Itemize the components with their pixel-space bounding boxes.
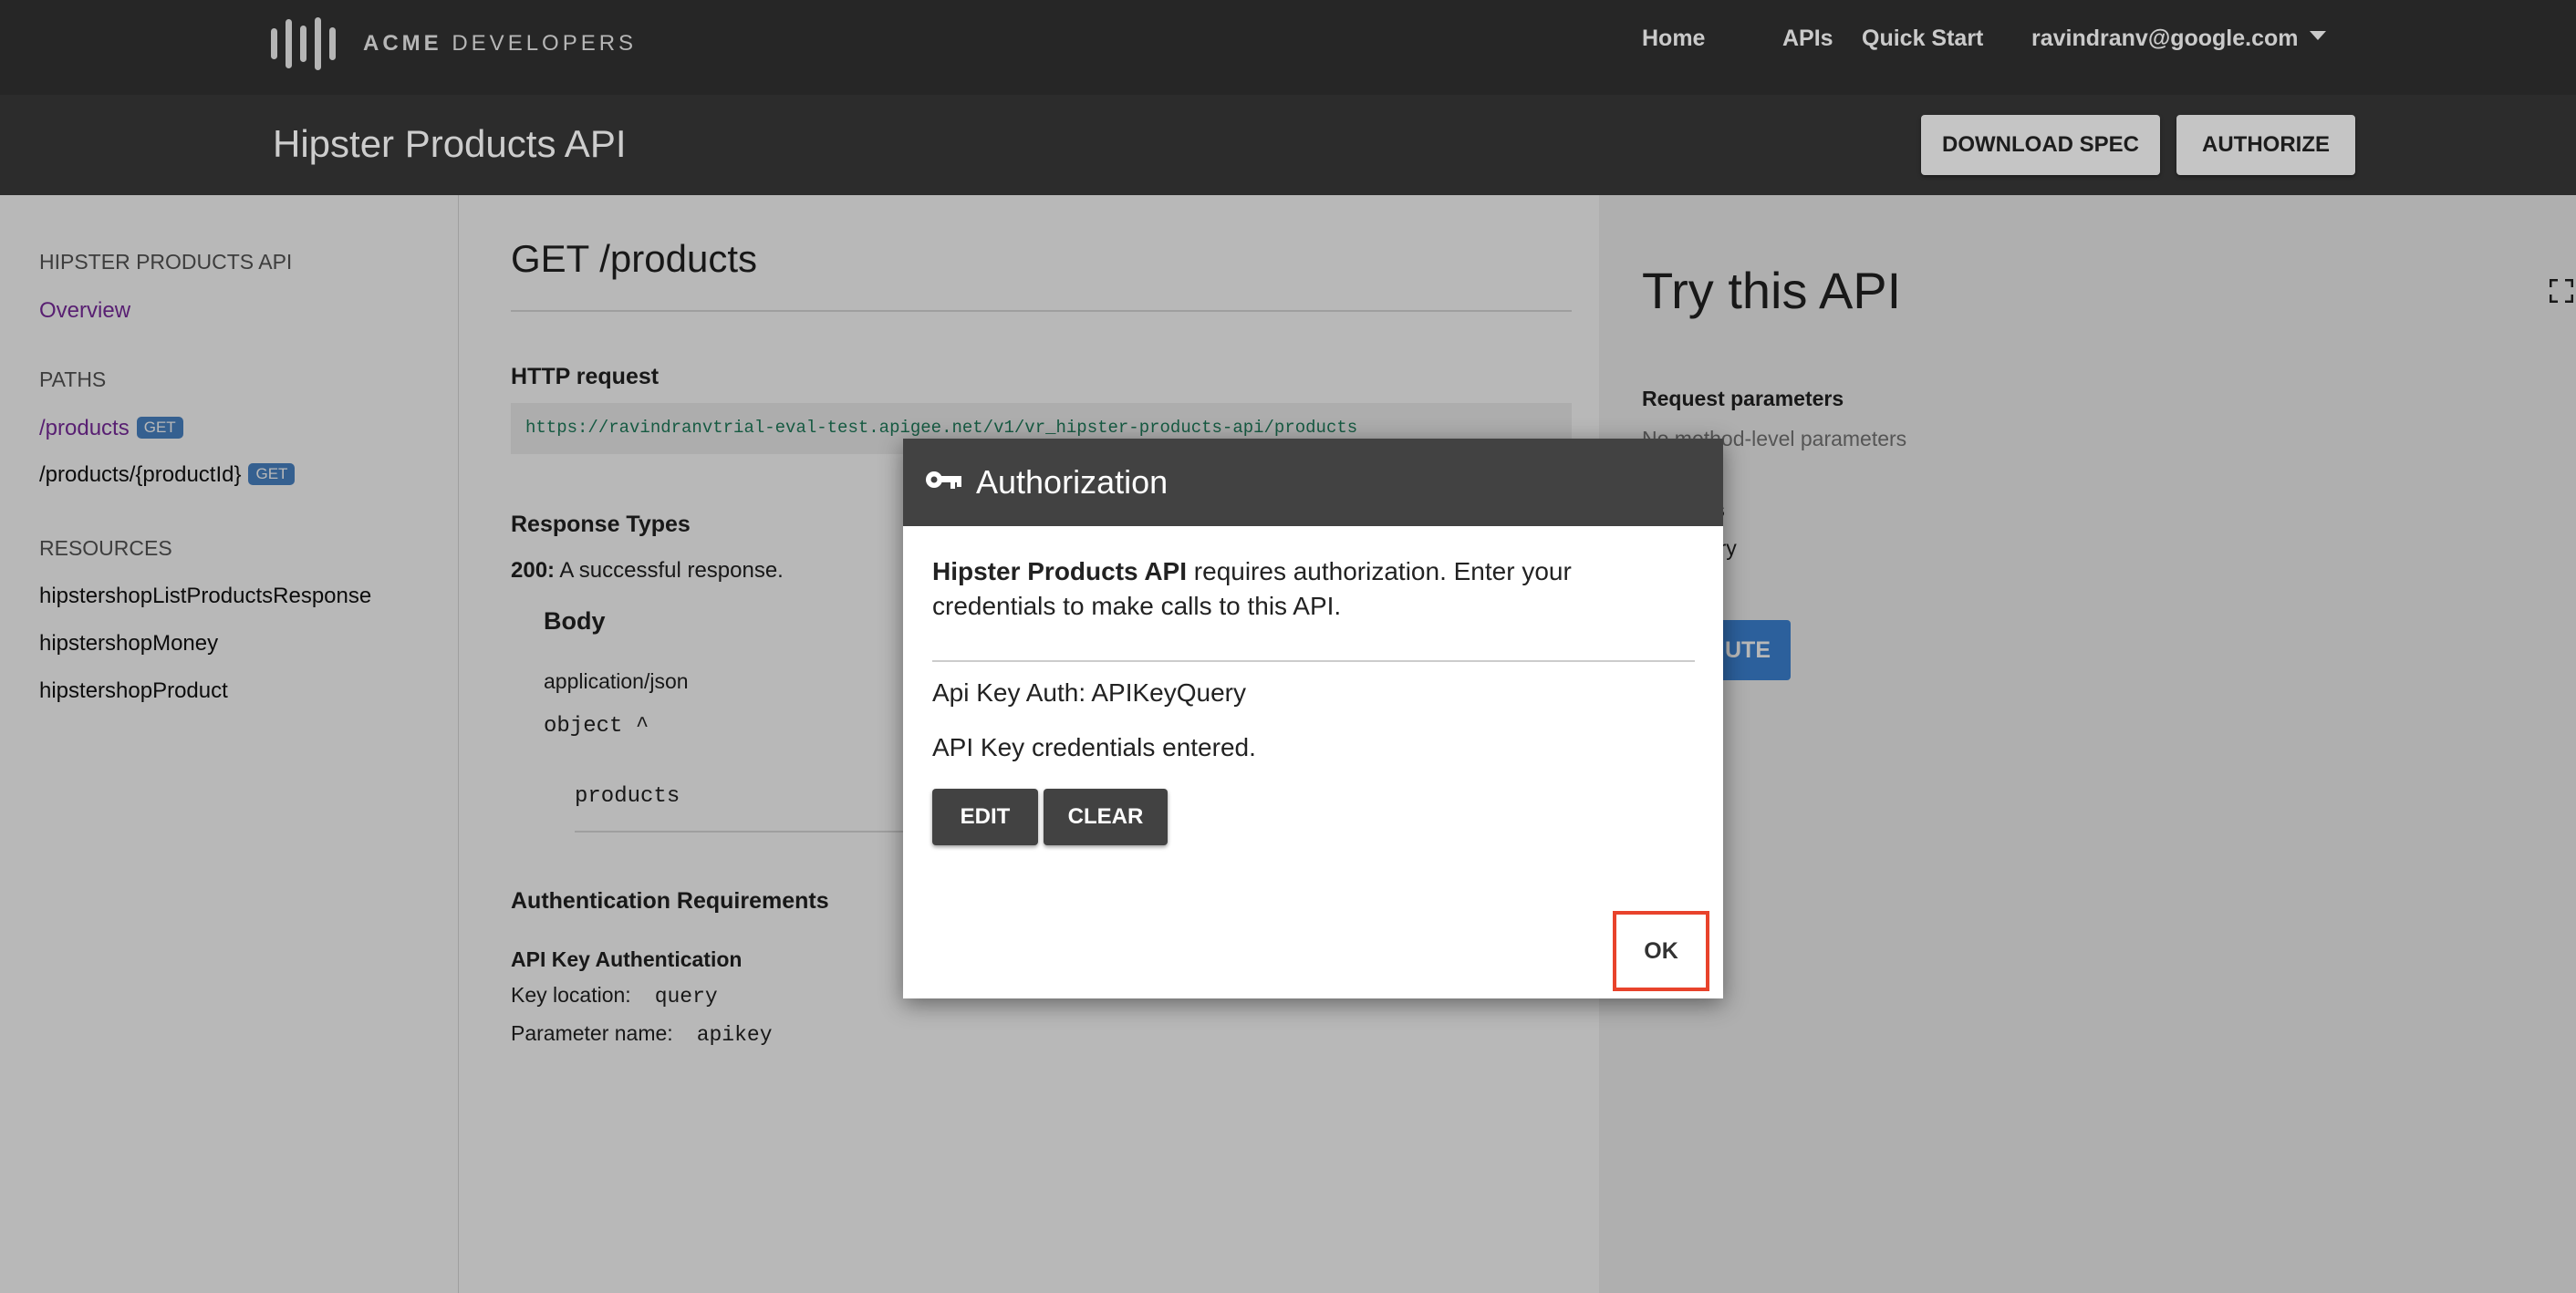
edit-button[interactable]: EDIT: [932, 789, 1038, 845]
dialog-title: Authorization: [976, 463, 1169, 501]
clear-button[interactable]: CLEAR: [1044, 789, 1168, 845]
modal-backdrop-top: [0, 0, 2576, 195]
dialog-message-line1: Hipster Products API requires authorizat…: [932, 557, 1572, 585]
auth-type: Api Key Auth: APIKeyQuery: [932, 678, 1246, 707]
api-name: Hipster Products API: [932, 557, 1188, 585]
authorization-dialog: Authorization Hipster Products API requi…: [903, 439, 1723, 998]
dialog-header: Authorization: [903, 439, 1723, 526]
ok-button[interactable]: OK: [1613, 911, 1709, 991]
dialog-message-line2: credentials to make calls to this API.: [932, 592, 1342, 620]
key-icon: [926, 471, 961, 489]
divider: [932, 660, 1695, 662]
credentials-status: API Key credentials entered.: [932, 733, 1256, 761]
